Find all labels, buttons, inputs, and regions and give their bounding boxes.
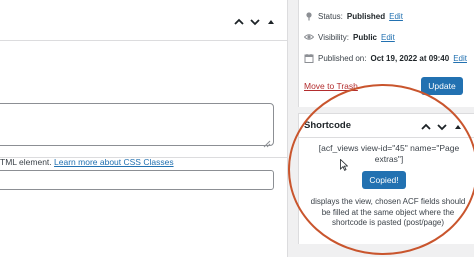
visibility-label: Visibility:: [318, 32, 349, 42]
toggle-panel-icon[interactable]: [264, 15, 278, 29]
css-classes-help: TML element. Learn more about CSS Classe…: [0, 157, 174, 167]
published-edit-link[interactable]: Edit: [453, 54, 467, 63]
visibility-edit-link[interactable]: Edit: [381, 33, 395, 42]
css-classes-input[interactable]: [0, 170, 274, 190]
chevron-up-icon[interactable]: [232, 15, 246, 29]
highlight-ring: [288, 84, 474, 255]
update-button[interactable]: Update: [421, 77, 463, 95]
eye-icon: [304, 32, 314, 42]
panel-footer: [0, 216, 287, 257]
status-value: Published: [346, 11, 386, 21]
status-label: Status:: [318, 11, 343, 21]
css-classes-link[interactable]: Learn more about CSS Classes: [54, 157, 174, 167]
visibility-row: Visibility: Public Edit: [304, 32, 395, 42]
resize-grip-icon[interactable]: [263, 135, 271, 148]
status-row: Status: Published Edit: [304, 11, 403, 21]
calendar-icon: [304, 53, 314, 63]
published-row: Published on: Oct 19, 2022 at 09:40 Edit: [304, 53, 467, 63]
pin-icon: [304, 11, 314, 21]
chevron-down-icon[interactable]: [248, 15, 262, 29]
status-edit-link[interactable]: Edit: [389, 12, 403, 21]
published-value: Oct 19, 2022 at 09:40: [370, 53, 450, 63]
help-text: TML element.: [0, 157, 52, 167]
code-textarea[interactable]: [0, 103, 274, 148]
visibility-value: Public: [352, 32, 377, 42]
published-label: Published on:: [318, 53, 367, 63]
